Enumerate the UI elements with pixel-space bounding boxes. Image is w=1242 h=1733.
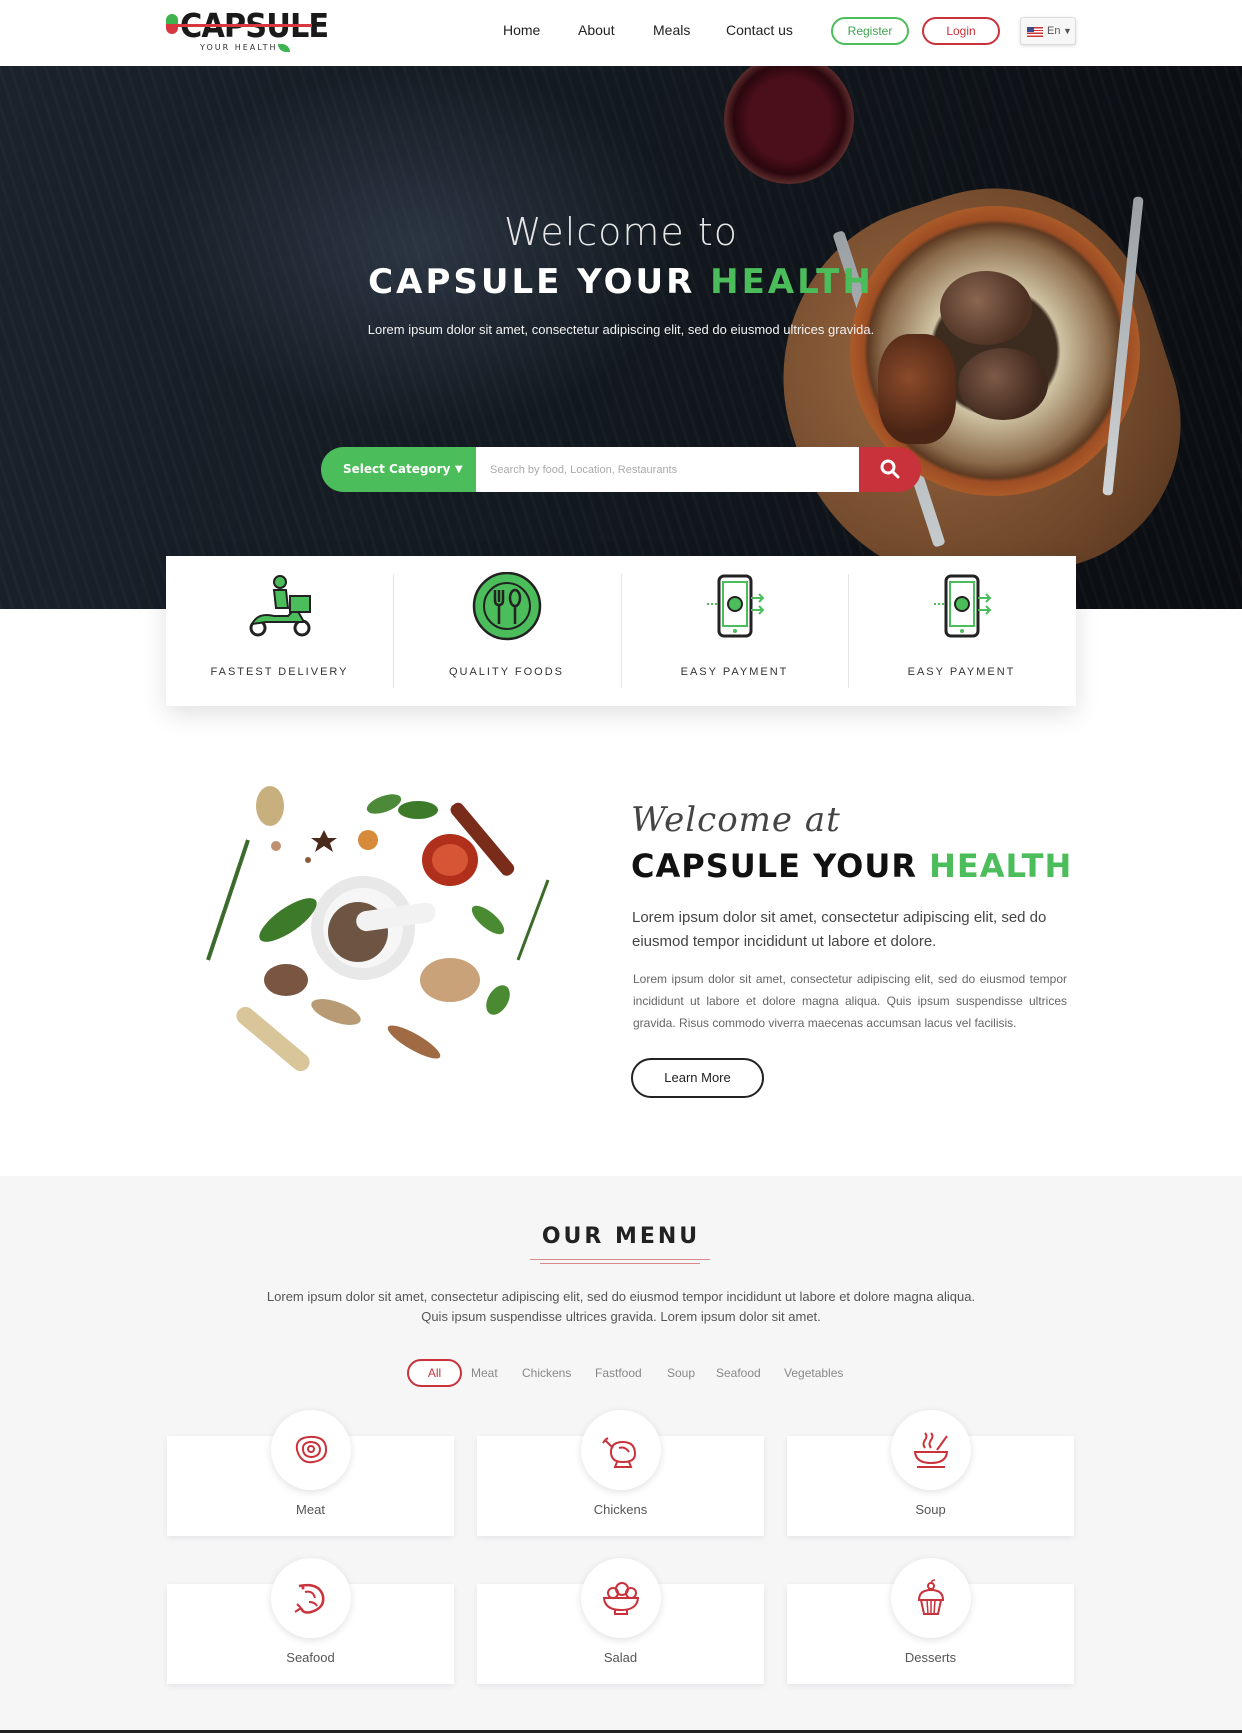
about-body-text: Lorem ipsum dolor sit amet, consectetur … bbox=[633, 972, 1067, 1030]
menu-card-soup[interactable]: Soup bbox=[787, 1410, 1074, 1536]
about-title-accent: HEALTH bbox=[929, 847, 1073, 885]
soup-bowl-icon bbox=[913, 1432, 949, 1468]
title-underline bbox=[530, 1259, 710, 1260]
cupcake-icon bbox=[917, 1579, 945, 1615]
feature-easy-payment: EASY PAYMENT bbox=[848, 556, 1075, 706]
meat-image bbox=[958, 348, 1048, 420]
about-script-heading: Welcome at bbox=[631, 800, 841, 840]
search-icon bbox=[880, 459, 900, 479]
card-label: Meat bbox=[296, 1502, 325, 1517]
about-title-main: CAPSULE YOUR bbox=[631, 847, 930, 885]
us-flag-icon bbox=[1027, 27, 1043, 37]
menu-card-seafood[interactable]: Seafood bbox=[167, 1558, 454, 1684]
nav-home[interactable]: Home bbox=[503, 22, 540, 38]
hero-title-accent: HEALTH bbox=[710, 262, 874, 302]
mobile-payment-icon bbox=[934, 574, 992, 638]
language-value: En bbox=[1047, 25, 1061, 37]
filter-seafood[interactable]: Seafood bbox=[716, 1366, 761, 1380]
capsule-logo[interactable]: CAPSULE YOUR HEALTH bbox=[164, 6, 329, 56]
menu-card-salad[interactable]: Salad bbox=[477, 1558, 764, 1684]
filter-all[interactable]: All bbox=[407, 1359, 462, 1387]
register-button[interactable]: Register bbox=[831, 17, 909, 45]
mobile-payment-icon bbox=[707, 574, 765, 638]
feature-easy-payment: EASY PAYMENT bbox=[621, 556, 848, 706]
delivery-scooter-icon bbox=[249, 575, 311, 637]
spices-image bbox=[206, 786, 550, 1072]
hero-title: CAPSULE YOUR HEALTH bbox=[0, 262, 1242, 302]
learn-more-button[interactable]: Learn More bbox=[631, 1058, 764, 1098]
title-underline bbox=[540, 1263, 700, 1264]
search-input[interactable] bbox=[476, 447, 859, 492]
filter-chickens[interactable]: Chickens bbox=[522, 1366, 571, 1380]
about-lead-text: Lorem ipsum dolor sit amet, consectetur … bbox=[632, 909, 1047, 950]
filter-fastfood[interactable]: Fastfood bbox=[595, 1366, 642, 1380]
card-label: Soup bbox=[915, 1502, 946, 1517]
shrimp-icon bbox=[294, 1583, 325, 1614]
language-select[interactable]: En ▼ bbox=[1020, 17, 1076, 45]
roast-chicken-icon bbox=[602, 1437, 637, 1468]
feature-label: EASY PAYMENT bbox=[680, 666, 789, 678]
login-button[interactable]: Login bbox=[922, 17, 1000, 45]
search-bar: Select Category ▼ bbox=[321, 447, 921, 492]
category-select[interactable]: Select Category ▼ bbox=[321, 447, 476, 492]
salad-bowl-icon bbox=[602, 1582, 640, 1615]
menu-card-chickens[interactable]: Chickens bbox=[477, 1410, 764, 1536]
nav-meals[interactable]: Meals bbox=[653, 22, 690, 38]
feature-fastest-delivery: FASTEST DELIVERY bbox=[166, 556, 393, 706]
filter-vegetables[interactable]: Vegetables bbox=[784, 1366, 843, 1380]
card-label: Desserts bbox=[904, 1650, 957, 1665]
card-icon-circle bbox=[271, 1410, 351, 1490]
card-icon-circle bbox=[891, 1558, 971, 1638]
site-header: CAPSULE YOUR HEALTH Home About Meals Con… bbox=[0, 0, 1242, 66]
card-icon-circle bbox=[891, 1410, 971, 1490]
feature-label: QUALITY FOODS bbox=[448, 666, 565, 678]
steak-icon bbox=[295, 1435, 328, 1464]
caret-down-icon: ▼ bbox=[455, 464, 463, 475]
feature-quality-foods: QUALITY FOODS bbox=[393, 556, 620, 706]
card-icon-circle bbox=[581, 1410, 661, 1490]
menu-title: OUR MENU bbox=[541, 1224, 701, 1249]
feature-label: EASY PAYMENT bbox=[907, 666, 1016, 678]
card-icon-circle bbox=[581, 1558, 661, 1638]
filter-meat[interactable]: Meat bbox=[471, 1366, 498, 1380]
nav-about[interactable]: About bbox=[578, 22, 615, 38]
card-label: Chickens bbox=[593, 1502, 648, 1517]
nav-contact[interactable]: Contact us bbox=[726, 22, 793, 38]
hero-title-main: CAPSULE YOUR bbox=[368, 262, 711, 302]
category-select-label: Select Category bbox=[343, 462, 451, 476]
menu-card-desserts[interactable]: Desserts bbox=[787, 1558, 1074, 1684]
menu-card-meat[interactable]: Meat bbox=[167, 1410, 454, 1536]
hero-banner: Welcome to CAPSULE YOUR HEALTH Lorem ips… bbox=[0, 66, 1242, 609]
features-bar: FASTEST DELIVERY QUALITY FOODS EASY PAYM… bbox=[166, 556, 1076, 706]
card-label: Seafood bbox=[286, 1650, 335, 1665]
filter-soup[interactable]: Soup bbox=[667, 1366, 695, 1380]
about-title: CAPSULE YOUR HEALTH bbox=[631, 847, 1072, 885]
card-icon-circle bbox=[271, 1558, 351, 1638]
hero-subtitle: Lorem ipsum dolor sit amet, consectetur … bbox=[367, 322, 875, 337]
card-label: Salad bbox=[603, 1650, 638, 1665]
feature-label: FASTEST DELIVERY bbox=[210, 666, 349, 678]
search-button[interactable] bbox=[859, 447, 921, 492]
menu-description: Lorem ipsum dolor sit amet, consectetur … bbox=[0, 1287, 1242, 1327]
fork-spoon-icon bbox=[472, 572, 542, 641]
logo-tagline: YOUR HEALTH bbox=[200, 43, 278, 52]
meat-image bbox=[878, 334, 956, 444]
menu-desc-line: Lorem ipsum dolor sit amet, consectetur … bbox=[266, 1289, 976, 1304]
logo-strike-line bbox=[172, 24, 312, 27]
chevron-down-icon: ▼ bbox=[1063, 26, 1072, 36]
hero-welcome: Welcome to bbox=[503, 210, 739, 254]
menu-desc-line: Quis ipsum suspendisse ultrices gravida.… bbox=[421, 1309, 821, 1324]
wine-glass-image bbox=[724, 66, 854, 184]
